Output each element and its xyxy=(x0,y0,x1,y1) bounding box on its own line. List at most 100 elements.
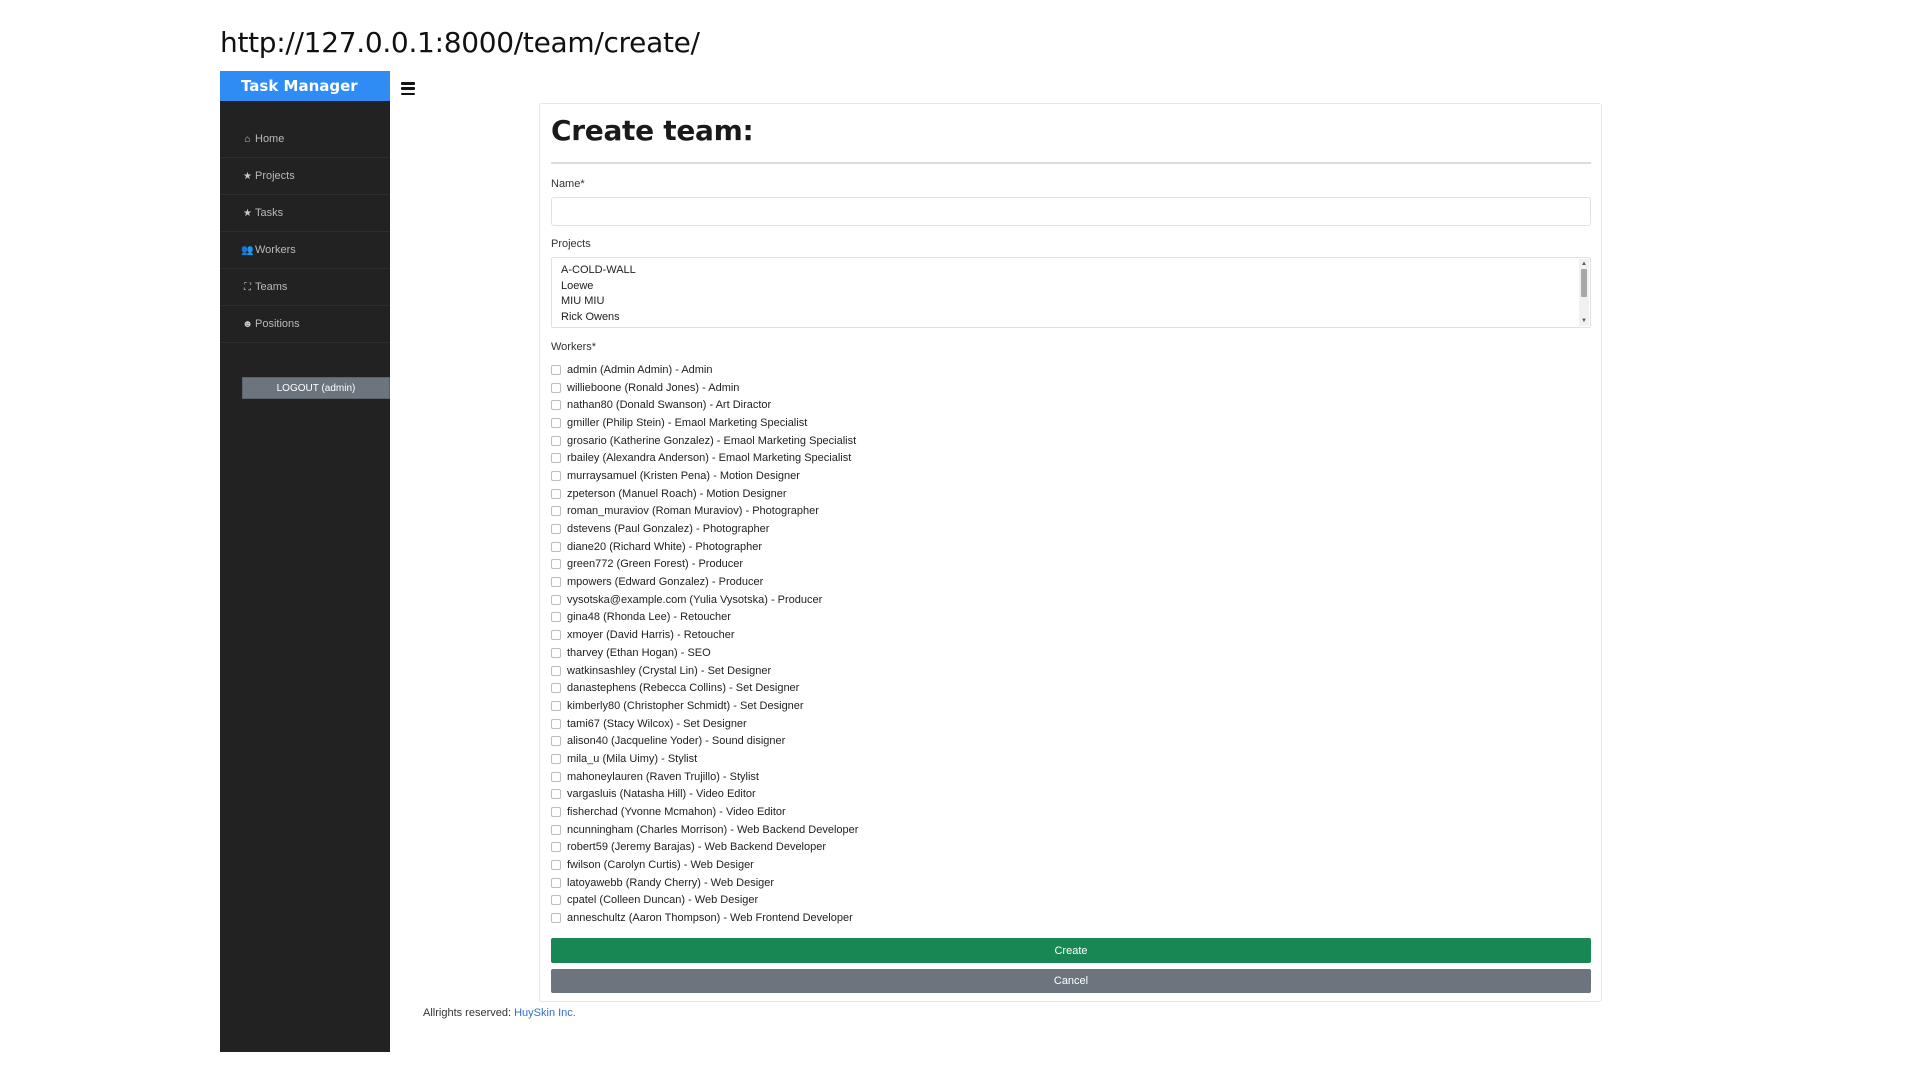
sidebar-item-projects[interactable]: ★ Projects xyxy=(220,158,390,195)
worker-option[interactable]: green772 (Green Forest) - Producer xyxy=(551,556,1151,574)
worker-option[interactable]: mahoneylauren (Raven Trujillo) - Stylist xyxy=(551,768,1151,786)
scroll-thumb[interactable] xyxy=(1581,269,1587,297)
worker-option[interactable]: ncunningham (Charles Morrison) - Web Bac… xyxy=(551,821,1151,839)
worker-checkbox[interactable] xyxy=(551,665,561,676)
worker-label: latoyawebb (Randy Cherry) - Web Desiger xyxy=(567,876,775,889)
worker-option[interactable]: tharvey (Ethan Hogan) - SEO xyxy=(551,644,1151,662)
worker-label: fisherchad (Yvonne Mcmahon) - Video Edit… xyxy=(567,806,786,819)
projects-multiselect[interactable]: A-COLD-WALL Loewe MIU MIU Rick Owens ▲ ▼ xyxy=(551,257,1591,328)
worker-checkbox[interactable] xyxy=(551,453,561,464)
project-option[interactable]: Loewe xyxy=(552,279,1590,295)
worker-checkbox[interactable] xyxy=(551,417,561,428)
worker-option[interactable]: roman_muraviov (Roman Muraviov) - Photog… xyxy=(551,503,1151,521)
worker-checkbox[interactable] xyxy=(551,789,561,800)
worker-option[interactable]: fwilson (Carolyn Curtis) - Web Desiger xyxy=(551,856,1151,874)
scroll-down-icon[interactable]: ▼ xyxy=(1581,318,1587,324)
worker-option[interactable]: mpowers (Edward Gonzalez) - Producer xyxy=(551,573,1151,591)
sidebar-item-workers[interactable]: 👥 Workers xyxy=(220,232,390,269)
scroll-up-icon[interactable]: ▲ xyxy=(1581,261,1587,267)
worker-checkbox[interactable] xyxy=(551,612,561,623)
hamburger-icon[interactable] xyxy=(401,82,415,95)
sidebar-nav: ⌂ Home ★ Projects ★ Tasks 👥 Workers ⛶ Te… xyxy=(220,121,390,343)
sidebar-item-label: Teams xyxy=(255,281,288,293)
project-option[interactable]: Rick Owens xyxy=(552,310,1590,326)
sidebar-item-home[interactable]: ⌂ Home xyxy=(220,121,390,158)
worker-checkbox[interactable] xyxy=(551,400,561,411)
worker-option[interactable]: danastephens (Rebecca Collins) - Set Des… xyxy=(551,679,1151,697)
worker-label: gmiller (Philip Stein) - Emaol Marketing… xyxy=(567,416,808,429)
url-bar[interactable]: http://127.0.0.1:8000/team/create/ xyxy=(220,26,700,59)
worker-checkbox[interactable] xyxy=(551,577,561,588)
worker-checkbox[interactable] xyxy=(551,895,561,906)
worker-option[interactable]: vysotska@example.com (Yulia Vysotska) - … xyxy=(551,591,1151,609)
worker-option[interactable]: cpatel (Colleen Duncan) - Web Desiger xyxy=(551,892,1151,910)
worker-option[interactable]: zpeterson (Manuel Roach) - Motion Design… xyxy=(551,485,1151,503)
worker-checkbox[interactable] xyxy=(551,753,561,764)
worker-checkbox[interactable] xyxy=(551,524,561,535)
worker-checkbox[interactable] xyxy=(551,842,561,853)
cancel-button[interactable]: Cancel xyxy=(551,969,1591,993)
sidebar-item-positions[interactable]: ☻ Positions xyxy=(220,306,390,343)
worker-option[interactable]: alison40 (Jacqueline Yoder) - Sound disi… xyxy=(551,732,1151,750)
worker-label: tami67 (Stacy Wilcox) - Set Designer xyxy=(567,717,747,730)
worker-option[interactable]: willieboone (Ronald Jones) - Admin xyxy=(551,379,1151,397)
worker-checkbox[interactable] xyxy=(551,506,561,517)
worker-option[interactable]: vargasluis (Natasha Hill) - Video Editor xyxy=(551,786,1151,804)
worker-option[interactable]: gmiller (Philip Stein) - Emaol Marketing… xyxy=(551,414,1151,432)
sidebar-item-tasks[interactable]: ★ Tasks xyxy=(220,195,390,232)
worker-checkbox[interactable] xyxy=(551,488,561,499)
worker-option[interactable]: xmoyer (David Harris) - Retoucher xyxy=(551,626,1151,644)
worker-checkbox[interactable] xyxy=(551,541,561,552)
projects-scrollbar[interactable]: ▲ ▼ xyxy=(1579,259,1589,326)
worker-option[interactable]: nathan80 (Donald Swanson) - Art Diractor xyxy=(551,396,1151,414)
worker-option[interactable]: grosario (Katherine Gonzalez) - Emaol Ma… xyxy=(551,432,1151,450)
worker-option[interactable]: kimberly80 (Christopher Schmidt) - Set D… xyxy=(551,697,1151,715)
sitemap-icon: ⛶ xyxy=(244,281,251,293)
worker-checkbox[interactable] xyxy=(551,630,561,641)
worker-option[interactable]: dstevens (Paul Gonzalez) - Photographer xyxy=(551,520,1151,538)
worker-label: nathan80 (Donald Swanson) - Art Diractor xyxy=(567,399,772,412)
name-input[interactable] xyxy=(551,197,1591,226)
worker-option[interactable]: latoyawebb (Randy Cherry) - Web Desiger xyxy=(551,874,1151,892)
brand-title[interactable]: Task Manager xyxy=(220,71,390,101)
worker-label: willieboone (Ronald Jones) - Admin xyxy=(567,381,740,394)
worker-checkbox[interactable] xyxy=(551,807,561,818)
sidebar-item-teams[interactable]: ⛶ Teams xyxy=(220,269,390,306)
logout-button[interactable]: LOGOUT (admin) xyxy=(242,377,390,399)
worker-label: anneschultz (Aaron Thompson) - Web Front… xyxy=(567,912,853,925)
worker-label: mila_u (Mila Uimy) - Stylist xyxy=(567,752,698,765)
worker-option[interactable]: anneschultz (Aaron Thompson) - Web Front… xyxy=(551,909,1151,927)
worker-checkbox[interactable] xyxy=(551,647,561,658)
create-button[interactable]: Create xyxy=(551,938,1591,963)
worker-option[interactable]: tami67 (Stacy Wilcox) - Set Designer xyxy=(551,715,1151,733)
sidebar-item-label: Home xyxy=(255,133,285,145)
worker-checkbox[interactable] xyxy=(551,913,561,924)
project-option[interactable]: MIU MIU xyxy=(552,294,1590,310)
worker-checkbox[interactable] xyxy=(551,700,561,711)
worker-checkbox[interactable] xyxy=(551,382,561,393)
worker-checkbox[interactable] xyxy=(551,594,561,605)
worker-option[interactable]: fisherchad (Yvonne Mcmahon) - Video Edit… xyxy=(551,803,1151,821)
worker-checkbox[interactable] xyxy=(551,860,561,871)
worker-checkbox[interactable] xyxy=(551,435,561,446)
worker-checkbox[interactable] xyxy=(551,736,561,747)
worker-checkbox[interactable] xyxy=(551,470,561,481)
worker-checkbox[interactable] xyxy=(551,877,561,888)
worker-option[interactable]: watkinsashley (Crystal Lin) - Set Design… xyxy=(551,662,1151,680)
worker-option[interactable]: gina48 (Rhonda Lee) - Retoucher xyxy=(551,609,1151,627)
worker-option[interactable]: admin (Admin Admin) - Admin xyxy=(551,361,1151,379)
worker-checkbox[interactable] xyxy=(551,364,561,375)
worker-checkbox[interactable] xyxy=(551,683,561,694)
footer-link[interactable]: HuySkin Inc. xyxy=(514,1007,576,1019)
worker-option[interactable]: mila_u (Mila Uimy) - Stylist xyxy=(551,750,1151,768)
project-option[interactable]: A-COLD-WALL xyxy=(552,263,1590,279)
worker-checkbox[interactable] xyxy=(551,559,561,570)
worker-option[interactable]: robert59 (Jeremy Barajas) - Web Backend … xyxy=(551,839,1151,857)
worker-option[interactable]: diane20 (Richard White) - Photographer xyxy=(551,538,1151,556)
worker-option[interactable]: murraysamuel (Kristen Pena) - Motion Des… xyxy=(551,467,1151,485)
worker-checkbox[interactable] xyxy=(551,718,561,729)
worker-option[interactable]: rbailey (Alexandra Anderson) - Emaol Mar… xyxy=(551,449,1151,467)
worker-checkbox[interactable] xyxy=(551,824,561,835)
worker-label: mahoneylauren (Raven Trujillo) - Stylist xyxy=(567,770,759,783)
worker-checkbox[interactable] xyxy=(551,771,561,782)
